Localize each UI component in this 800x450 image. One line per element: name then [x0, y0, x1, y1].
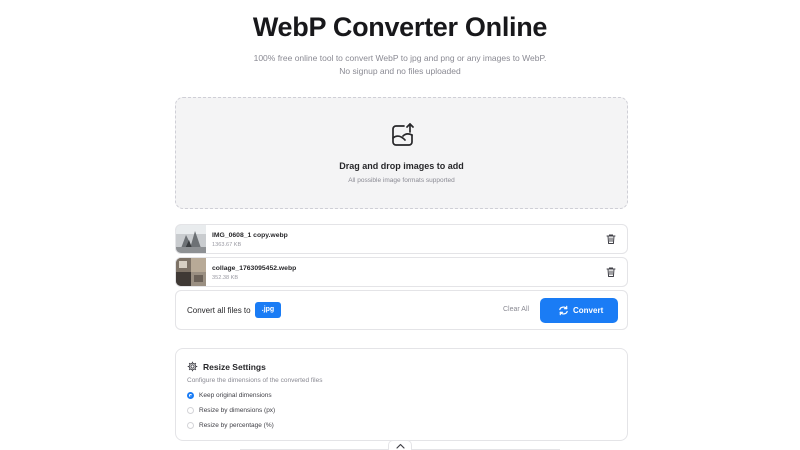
chevron-up-icon — [396, 443, 405, 449]
trash-icon[interactable] — [605, 266, 617, 278]
file-name: collage_1763095452.webp — [212, 265, 297, 272]
page-title: WebP Converter Online — [252, 12, 548, 42]
refresh-icon — [559, 305, 568, 316]
format-select[interactable]: .jpg — [255, 302, 281, 318]
resize-settings-title: Resize Settings — [203, 362, 266, 372]
trash-icon[interactable] — [605, 233, 617, 245]
file-size: 1363.67 KB — [212, 242, 242, 248]
radio-label: Keep original dimensions — [199, 392, 272, 399]
radio-button[interactable] — [187, 407, 194, 414]
convert-button-label: Convert — [573, 306, 604, 315]
radio-label: Resize by dimensions (px) — [199, 407, 276, 414]
convert-bar: Convert all files to .jpg Clear All Conv… — [175, 290, 628, 330]
page-subtitle: 100% free online tool to convert WebP to… — [253, 53, 547, 76]
convert-format-label: Convert all files to — [187, 306, 251, 315]
image-dropzone[interactable]: Drag and drop images to add All possible… — [175, 97, 628, 209]
dropzone-title: Drag and drop images to add — [339, 161, 464, 171]
gear-icon — [187, 361, 198, 372]
dropzone-subtitle: All possible image formats supported — [348, 177, 455, 184]
file-size: 352.38 KB — [212, 275, 239, 281]
file-thumbnail — [176, 225, 206, 253]
resize-settings-panel: Resize Settings Configure the dimensions… — [175, 348, 628, 441]
convert-button[interactable]: Convert — [540, 298, 618, 323]
clear-all-button[interactable]: Clear All — [503, 306, 529, 313]
collapse-toggle-button[interactable] — [388, 440, 412, 450]
file-item: IMG_0608_1 copy.webp 1363.67 KB — [175, 224, 628, 254]
resize-settings-description: Configure the dimensions of the converte… — [187, 377, 323, 384]
file-name: IMG_0608_1 copy.webp — [212, 232, 288, 239]
radio-label: Resize by percentage (%) — [199, 422, 274, 429]
file-item: collage_1763095452.webp 352.38 KB — [175, 257, 628, 287]
image-upload-icon — [392, 123, 414, 146]
radio-button[interactable] — [187, 422, 194, 429]
radio-button-selected[interactable] — [187, 392, 194, 399]
file-thumbnail — [176, 258, 206, 286]
